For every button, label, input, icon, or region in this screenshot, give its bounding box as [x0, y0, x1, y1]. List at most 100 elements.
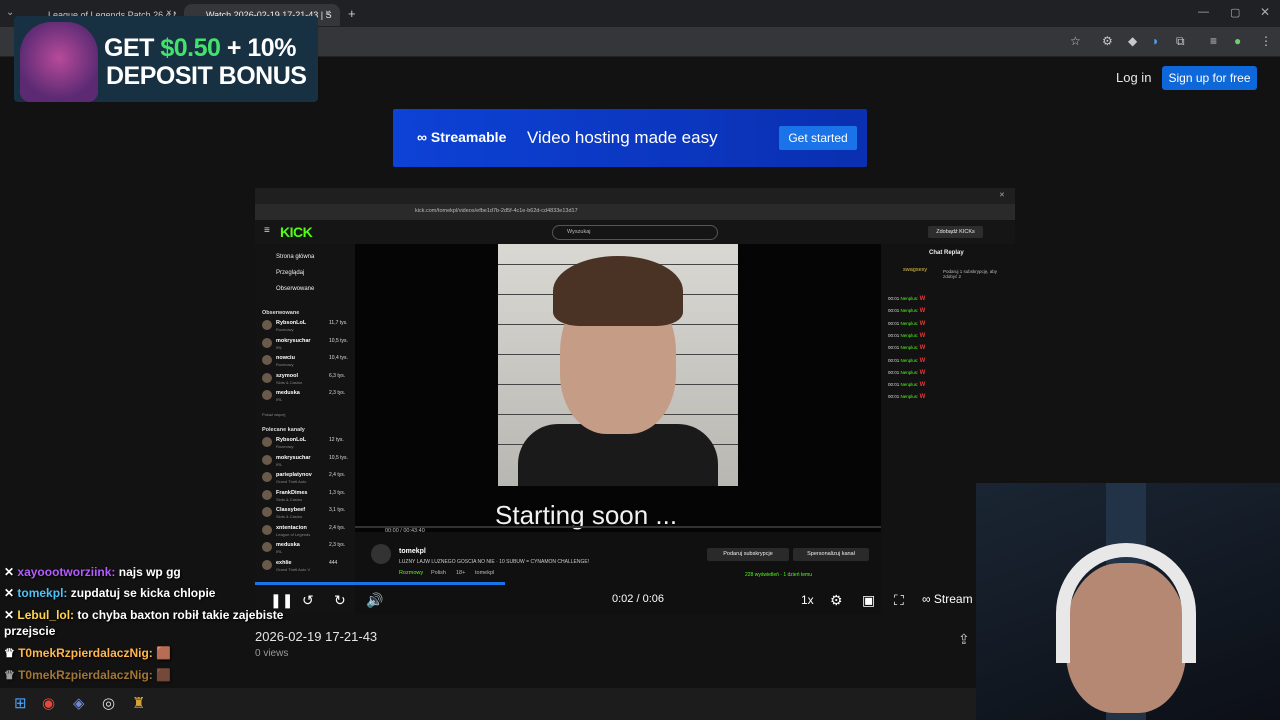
- extension-icon[interactable]: ⚙: [1102, 34, 1113, 48]
- rewind-icon[interactable]: ↺: [302, 592, 314, 609]
- league-icon[interactable]: ♜: [132, 694, 145, 712]
- brand-text: Stream: [933, 592, 973, 606]
- bookmark-star-icon[interactable]: ☆: [1070, 34, 1081, 48]
- volume-icon[interactable]: 🔊: [366, 592, 383, 609]
- sub-text: Podaruj 1 subskrypcję, aby zdobyć 2: [943, 269, 998, 279]
- streamable-brand[interactable]: ∞ Stream: [922, 592, 973, 606]
- extension-icon[interactable]: ◗: [1152, 34, 1159, 48]
- minimize-icon[interactable]: —: [1198, 6, 1209, 18]
- kick-search: Wyszukaj: [552, 225, 718, 240]
- chat-time: 00:01: [888, 296, 900, 301]
- viewer-count: 444: [329, 559, 338, 566]
- chat-replay-line: 00:01 Nenplus: W: [888, 296, 925, 302]
- streamable-promo-banner[interactable]: ∞ Streamable Video hosting made easy Get…: [393, 109, 867, 167]
- person-hair: [553, 256, 683, 326]
- streamer-name: tomekpl: [399, 548, 426, 555]
- chat-replay-line: 00:01 Nenplus: W: [888, 382, 925, 388]
- deposit-bonus-ad[interactable]: GET $0.50 + 10% DEPOSIT BONUS: [14, 16, 318, 102]
- channel-category: Grand Theft Auto: [276, 479, 307, 484]
- ad-headline: GET $0.50 + 10%: [104, 34, 296, 63]
- reading-list-icon[interactable]: ≡: [1210, 34, 1217, 48]
- windows-start-icon[interactable]: ⊞: [14, 694, 27, 712]
- chat-user: Nenplus:: [900, 308, 919, 314]
- channel-category: IRL: [276, 344, 283, 350]
- tag: Polish: [431, 570, 446, 576]
- maximize-icon[interactable]: ▢: [1230, 6, 1240, 19]
- settings-gear-icon[interactable]: ⚙: [830, 592, 843, 609]
- time-display: 0:02 / 0:06: [612, 593, 664, 605]
- channel-avatar: [262, 320, 272, 330]
- chat-user: Nenplus:: [900, 345, 919, 351]
- fullscreen-icon[interactable]: ⛶: [894, 592, 904, 609]
- pip-icon[interactable]: ▣: [862, 592, 875, 609]
- channel-avatar: [262, 390, 272, 400]
- video-player[interactable]: ✕ kick.com/tomekpl/videos/efbe1d7b-2d5f-…: [255, 188, 1015, 614]
- extensions-puzzle-icon[interactable]: ⧉: [1176, 34, 1185, 49]
- login-link[interactable]: Log in: [1116, 70, 1151, 85]
- channel-avatar: [262, 355, 272, 365]
- chat-time: 00:01: [888, 369, 900, 375]
- channel-avatar: [262, 507, 272, 517]
- chat-time: 00:01: [888, 345, 900, 351]
- profile-avatar-icon[interactable]: ●: [1234, 34, 1241, 48]
- viewer-count: 12 tys.: [329, 437, 344, 443]
- tab-search-icon[interactable]: ⌄: [6, 7, 14, 18]
- ad-character-image: [20, 22, 98, 102]
- channel-category: IRL: [276, 461, 283, 467]
- channel-name: xntentacion: [276, 524, 307, 531]
- chat-time: 00:01: [888, 308, 900, 314]
- share-icon[interactable]: ⇪: [958, 631, 970, 648]
- chat-replay-line: 00:01 Nenplus: W: [888, 321, 925, 327]
- hamburger-icon: ≡: [264, 225, 270, 236]
- channel-avatar: [262, 524, 272, 535]
- channel-avatar: [262, 437, 272, 447]
- chat-user: Nenplus:: [900, 369, 919, 375]
- signup-button[interactable]: Sign up for free: [1162, 66, 1257, 90]
- viewer-count: 3,1 tys.: [329, 507, 346, 513]
- channel-category: Rozmowy: [276, 362, 294, 367]
- channel-category: League of Legends: [276, 531, 311, 537]
- viewer-count: 10,5 tys.: [329, 337, 348, 344]
- channel-name: FrankDimes: [276, 489, 308, 496]
- chrome-icon[interactable]: ◉: [42, 694, 55, 712]
- tag: Rozmowy: [399, 570, 424, 576]
- viewer-count: 10,5 tys.: [329, 454, 348, 461]
- channel-category: Slots & Casino: [276, 379, 303, 385]
- chat-user: Nenplus:: [900, 357, 919, 363]
- followed-heading: Obserwowane: [262, 310, 300, 316]
- new-tab-button[interactable]: +: [348, 6, 356, 21]
- close-window-icon[interactable]: ✕: [1260, 5, 1270, 19]
- channel-category: IRL: [276, 549, 283, 554]
- channel-name: nowciu: [276, 355, 295, 361]
- chat-user: tomekpl:: [17, 586, 68, 600]
- obs-icon[interactable]: ◎: [102, 694, 115, 712]
- pause-icon[interactable]: ❚❚: [270, 592, 293, 609]
- menu-kebab-icon[interactable]: ⋮: [1260, 34, 1272, 48]
- overlay-chat-line: ✕ xayoootworziink: najs wp gg: [4, 565, 181, 579]
- tab-close-icon[interactable]: ×: [325, 8, 331, 19]
- show-more-link: Pokaż więcej: [262, 412, 286, 417]
- tag: 18+: [456, 570, 466, 576]
- viewer-count: 2,4 tys.: [329, 472, 346, 478]
- chat-message: W: [919, 332, 926, 339]
- progress-bar-fill[interactable]: [255, 582, 505, 585]
- channel-category: Grand Theft Auto V: [276, 566, 311, 572]
- ad-text: + 10%: [220, 34, 297, 62]
- viewer-count: 2,3 tys.: [329, 390, 346, 396]
- extension-icon[interactable]: ◆: [1128, 34, 1137, 48]
- chat-replay-line: 00:01 Nenplus: W: [888, 358, 925, 364]
- chat-message: W: [919, 382, 926, 389]
- get-started-button[interactable]: Get started: [779, 126, 857, 150]
- viewer-count: 2,3 tys.: [329, 542, 346, 548]
- chat-time: 00:01: [888, 382, 900, 388]
- personalize-button: Spersonalizuj kanał: [793, 548, 869, 561]
- discord-icon[interactable]: ◈: [73, 694, 85, 712]
- forward-icon[interactable]: ↻: [334, 592, 346, 609]
- channel-avatar: [262, 472, 272, 482]
- channel-name: Classybeef: [276, 507, 306, 513]
- channel-category: IRL: [276, 397, 283, 402]
- overlay-chat-line: przejscie: [4, 624, 55, 638]
- chat-message: najs wp gg: [115, 565, 181, 579]
- channel-name: RybsonLoL: [276, 437, 307, 443]
- speed-button[interactable]: 1x: [801, 593, 814, 607]
